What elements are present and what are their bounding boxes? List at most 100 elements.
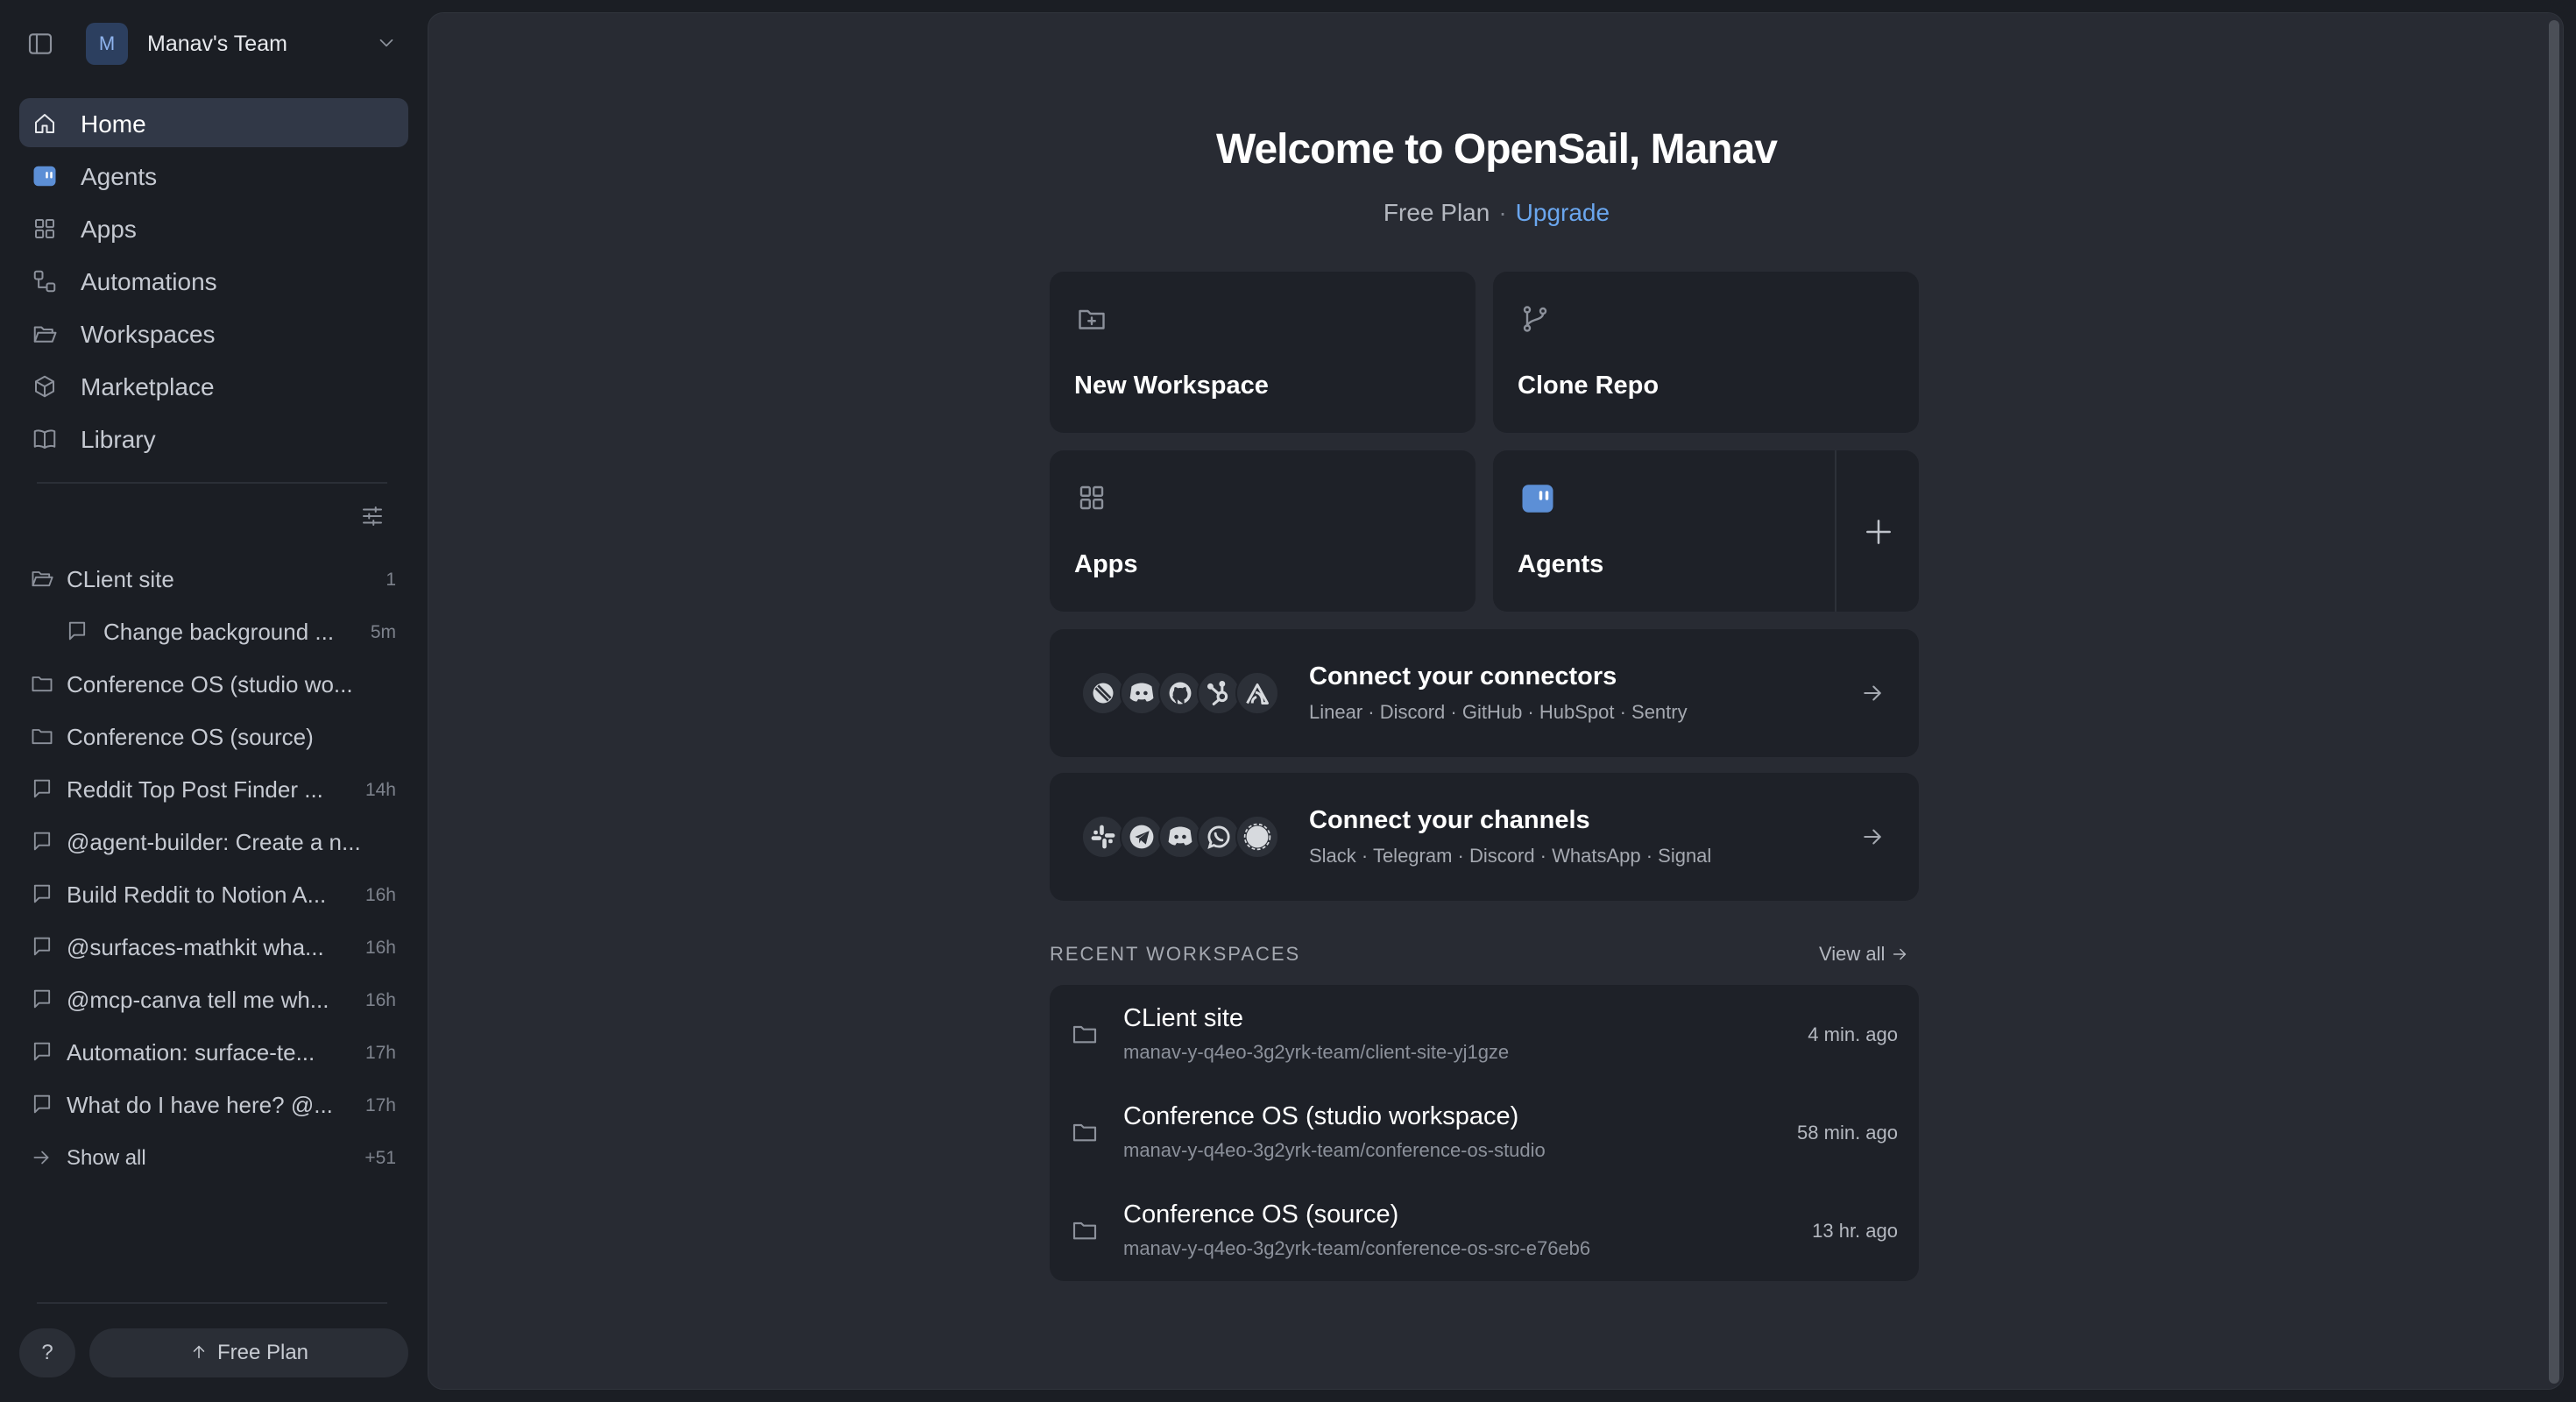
workspace-name: Conference OS (studio workspace)	[1123, 1102, 1519, 1130]
workspace-row[interactable]: Conference OS (source) manav-y-q4eo-3g2y…	[1050, 1181, 1919, 1279]
recent-item-workspace[interactable]: CLient site 1	[19, 552, 408, 605]
recent-item-time: 16h	[364, 938, 396, 958]
upgrade-link[interactable]: Upgrade	[1516, 199, 1610, 226]
new-workspace-card[interactable]: New Workspace	[1050, 272, 1476, 433]
arrow-up-icon	[189, 1342, 209, 1362]
arrow-right-icon	[1859, 824, 1886, 850]
folder-icon	[30, 671, 54, 696]
chat-icon	[30, 829, 54, 853]
apps-card[interactable]: Apps	[1050, 450, 1476, 612]
recent-workspaces-list: CLient site manav-y-q4eo-3g2yrk-team/cli…	[1050, 985, 1919, 1281]
workspace-row[interactable]: CLient site manav-y-q4eo-3g2yrk-team/cli…	[1050, 985, 1919, 1083]
clone-repo-card[interactable]: Clone Repo	[1493, 272, 1919, 433]
sidebar-item-marketplace[interactable]: Marketplace	[19, 361, 408, 410]
free-plan-label: Free Plan	[216, 1341, 309, 1364]
git-branch-icon	[1519, 303, 1551, 335]
view-all-link[interactable]: View all	[1819, 943, 1909, 966]
workspace-row[interactable]: Conference OS (studio workspace) manav-y…	[1050, 1083, 1919, 1181]
sidebar-item-library[interactable]: Library	[19, 414, 408, 463]
team-name[interactable]: Manav's Team	[147, 32, 287, 57]
card-title: Agents	[1518, 550, 1604, 578]
workspace-name: CLient site	[1123, 1004, 1244, 1032]
hubspot-icon	[1197, 671, 1241, 715]
card-title: Clone Repo	[1518, 372, 1660, 400]
connect-connectors-card[interactable]: Connect your connectors Linear · Discord…	[1050, 629, 1919, 757]
recent-item-workspace[interactable]: Conference OS (source)	[19, 710, 408, 762]
plan-line: Free Plan · Upgrade	[428, 199, 2563, 227]
plus-icon[interactable]	[1862, 515, 1895, 549]
automation-icon	[32, 268, 58, 294]
sidebar-item-home[interactable]: Home	[19, 98, 408, 147]
workspace-path: manav-y-q4eo-3g2yrk-team/conference-os-s…	[1123, 1139, 1546, 1161]
card-title: Apps	[1074, 550, 1138, 578]
workspace-time: 4 min. ago	[1808, 1023, 1898, 1045]
grid-icon	[1076, 482, 1108, 513]
recent-item-chat[interactable]: @agent-builder: Create a n...	[19, 815, 408, 867]
signal-icon	[1235, 815, 1279, 859]
workspace-path: manav-y-q4eo-3g2yrk-team/client-site-yj1…	[1123, 1041, 1510, 1063]
recent-item-chat[interactable]: @mcp-canva tell me wh... 16h	[19, 973, 408, 1025]
agent-icon	[1519, 480, 1553, 513]
recent-item-label: @surfaces-mathkit wha...	[67, 934, 324, 960]
chat-icon	[30, 1092, 54, 1116]
filter-settings-icon[interactable]	[359, 503, 386, 529]
sidebar-item-apps[interactable]: Apps	[19, 203, 408, 252]
recent-item-label: Conference OS (source)	[67, 724, 314, 750]
chat-icon	[30, 1039, 54, 1064]
recent-item-workspace[interactable]: Conference OS (studio wo...	[19, 657, 408, 710]
plan-separator: ·	[1498, 199, 1507, 226]
sidebar-divider	[37, 1302, 387, 1304]
github-icon	[1158, 671, 1202, 715]
sidebar-toggle-icon[interactable]	[26, 30, 54, 58]
whatsapp-icon	[1197, 815, 1241, 859]
recent-item-label: Conference OS (studio wo...	[67, 671, 353, 697]
sidebar-item-automations[interactable]: Automations	[19, 256, 408, 305]
recent-item-chat[interactable]: Build Reddit to Notion A... 16h	[19, 867, 408, 920]
channels-title: Connect your channels	[1309, 806, 1590, 834]
sidebar-nav: Home Agents Apps Automations Workspaces	[19, 98, 408, 466]
recent-item-time: 17h	[364, 1095, 396, 1115]
recent-item-label: CLient site	[67, 566, 174, 592]
chevron-down-icon[interactable]	[375, 32, 398, 54]
workspace-time: 58 min. ago	[1797, 1122, 1898, 1144]
folder-plus-icon	[1076, 303, 1108, 335]
recent-item-chat[interactable]: @surfaces-mathkit wha... 16h	[19, 920, 408, 973]
agents-card[interactable]: Agents	[1493, 450, 1919, 612]
recent-item-chat[interactable]: What do I have here? @... 17h	[19, 1078, 408, 1130]
sidebar-item-agents[interactable]: Agents	[19, 151, 408, 200]
page-title: Welcome to OpenSail, Manav	[1216, 126, 1778, 173]
workspace-time: 13 hr. ago	[1812, 1220, 1898, 1242]
help-button[interactable]: ?	[19, 1328, 75, 1377]
free-plan-button[interactable]: Free Plan	[89, 1328, 408, 1377]
scrollbar[interactable]	[2549, 20, 2559, 1384]
recent-item-count: 1	[386, 570, 396, 590]
channels-subtitle: Slack · Telegram · Discord · WhatsApp · …	[1309, 845, 1712, 867]
connect-channels-card[interactable]: Connect your channels Slack · Telegram ·…	[1050, 773, 1919, 901]
folder-open-icon	[32, 321, 58, 347]
show-all-button[interactable]: Show all +51	[19, 1134, 408, 1183]
folder-open-icon	[30, 566, 54, 591]
sentry-icon	[1235, 671, 1279, 715]
sidebar-item-label: Marketplace	[81, 373, 215, 400]
show-all-count: +51	[364, 1148, 396, 1168]
recent-item-time: 5m	[370, 622, 396, 642]
sidebar-item-workspaces[interactable]: Workspaces	[19, 308, 408, 358]
recent-item-label: What do I have here? @...	[67, 1092, 333, 1118]
discord-icon	[1158, 815, 1202, 859]
connectors-title: Connect your connectors	[1309, 662, 1617, 690]
recent-item-chat[interactable]: Change background ... 5m	[19, 605, 408, 657]
recent-item-chat[interactable]: Automation: surface-te... 17h	[19, 1025, 408, 1078]
team-avatar[interactable]: M	[86, 23, 128, 65]
arrow-right-icon	[1859, 680, 1886, 706]
channel-logos	[1081, 815, 1283, 859]
chat-icon	[30, 882, 54, 906]
recent-item-chat[interactable]: Reddit Top Post Finder ... 14h	[19, 762, 408, 815]
chat-icon	[30, 987, 54, 1011]
workspace-name: Conference OS (source)	[1123, 1200, 1399, 1229]
arrow-right-icon	[30, 1146, 53, 1169]
grid-icon	[32, 216, 58, 242]
recent-item-label: Build Reddit to Notion A...	[67, 882, 327, 908]
sidebar-item-label: Agents	[81, 163, 158, 190]
recent-item-label: Reddit Top Post Finder ...	[67, 776, 323, 803]
recent-item-time: 16h	[364, 885, 396, 905]
